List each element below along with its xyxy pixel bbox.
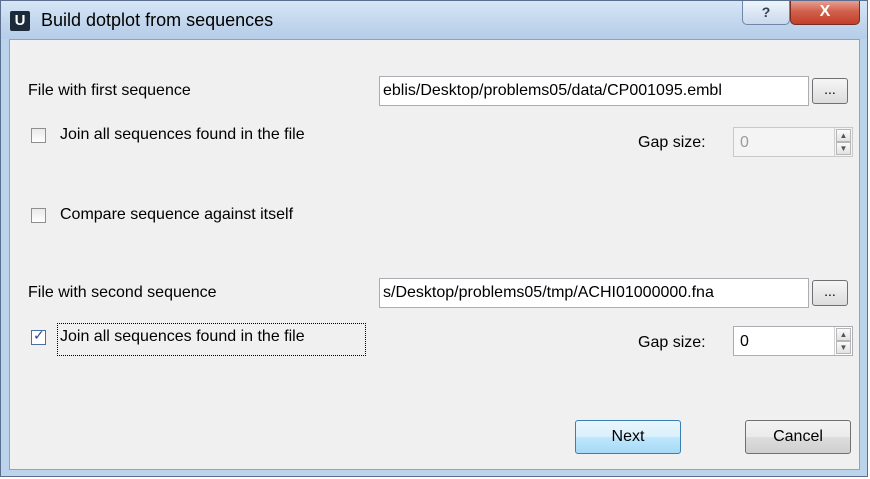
second-sequence-path-value: s/Desktop/problems05/tmp/ACHI01000000.fn… (383, 284, 714, 301)
first-join-label[interactable]: Join all sequences found in the file (60, 126, 305, 144)
second-join-checkbox[interactable]: ✓ (31, 327, 46, 345)
second-join-label[interactable]: Join all sequences found in the file (60, 328, 305, 346)
dialog-content: File with first sequence eblis/Desktop/p… (9, 39, 860, 470)
second-gap-size-spinbox[interactable]: 0 ▲ ▼ (733, 326, 853, 356)
second-sequence-label: File with second sequence (28, 284, 217, 301)
checkmark-icon: ✓ (33, 327, 45, 343)
compare-itself-label[interactable]: Compare sequence against itself (60, 206, 293, 224)
second-sequence-browse-button[interactable]: ... (812, 280, 848, 306)
compare-itself-checkbox[interactable] (31, 208, 46, 223)
spin-down-icon[interactable]: ▼ (836, 142, 851, 155)
dialog-window: U Build dotplot from sequences ? X File … (0, 0, 868, 477)
cancel-button[interactable]: Cancel (745, 420, 851, 454)
first-sequence-path-input[interactable]: eblis/Desktop/problems05/data/CP001095.e… (379, 76, 809, 106)
second-gap-size-value: 0 (740, 333, 749, 350)
first-sequence-path-value: eblis/Desktop/problems05/data/CP001095.e… (383, 82, 722, 99)
close-button[interactable]: X (790, 1, 860, 25)
second-gap-size-label: Gap size: (638, 334, 706, 351)
window-title: Build dotplot from sequences (41, 10, 274, 30)
help-button[interactable]: ? (742, 1, 790, 25)
app-icon: U (10, 11, 30, 31)
second-sequence-path-input[interactable]: s/Desktop/problems05/tmp/ACHI01000000.fn… (379, 278, 809, 308)
spin-up-icon[interactable]: ▲ (836, 328, 851, 341)
first-sequence-label: File with first sequence (28, 82, 191, 99)
first-gap-size-spinbox[interactable]: 0 ▲ ▼ (733, 127, 853, 157)
spin-down-icon[interactable]: ▼ (836, 341, 851, 354)
next-button[interactable]: Next (575, 420, 681, 454)
first-sequence-browse-button[interactable]: ... (812, 78, 848, 104)
first-gap-size-label: Gap size: (638, 134, 706, 151)
first-join-checkbox[interactable] (31, 128, 46, 143)
first-gap-size-value: 0 (740, 134, 749, 151)
spin-up-icon[interactable]: ▲ (836, 129, 851, 142)
title-bar[interactable]: U Build dotplot from sequences ? X (1, 1, 867, 39)
